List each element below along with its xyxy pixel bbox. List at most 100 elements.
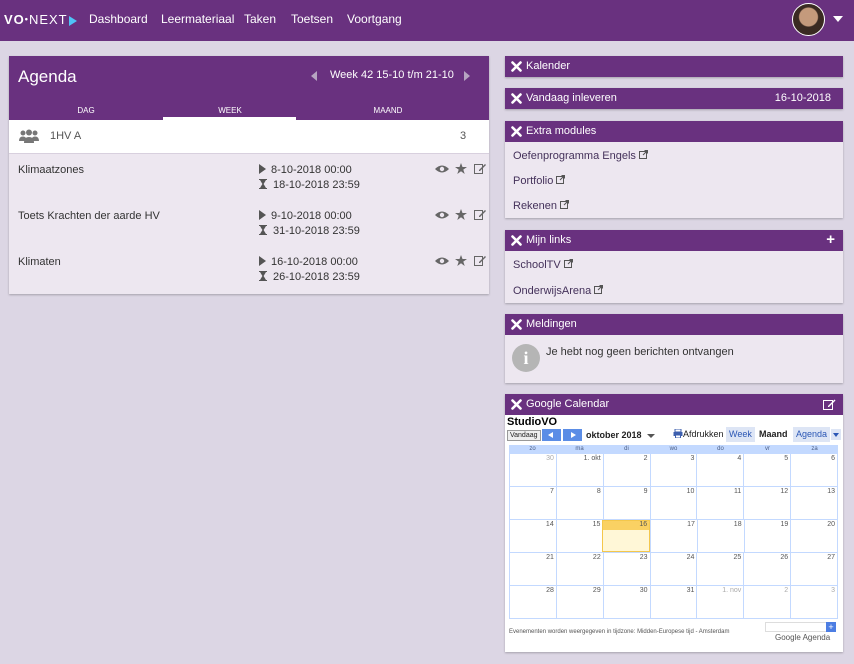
day-cell[interactable]: 1. nov [696, 586, 743, 618]
day-cell[interactable]: 10 [649, 487, 697, 519]
day-cell[interactable]: 3 [649, 454, 697, 486]
end-date: 18-10-2018 23:59 [273, 179, 360, 191]
panel-header[interactable]: Kalender [505, 56, 843, 77]
day-cell[interactable]: 13 [790, 487, 839, 519]
views-chevron-down-icon[interactable] [831, 429, 841, 440]
day-cell[interactable]: 11 [696, 487, 743, 519]
nav-dashboard[interactable]: Dashboard [89, 12, 148, 26]
day-number: 2 [784, 587, 789, 594]
panel-header[interactable]: Google Calendar [505, 394, 843, 415]
eye-icon[interactable] [435, 163, 449, 177]
today-button[interactable]: Vandaag [507, 430, 541, 441]
day-cell[interactable]: 18 [696, 520, 744, 552]
close-icon[interactable] [511, 235, 522, 246]
group-row[interactable]: 1HV A 3 [9, 120, 489, 154]
nav-voortgang[interactable]: Voortgang [347, 12, 402, 26]
day-cell[interactable]: 2 [743, 586, 790, 618]
view-week-button[interactable]: Week [726, 427, 755, 442]
close-icon[interactable] [511, 399, 522, 410]
avatar[interactable] [792, 3, 825, 36]
previous-month-icon[interactable] [542, 429, 561, 441]
nav-toetsen[interactable]: Toetsen [291, 12, 333, 26]
edit-icon[interactable] [823, 398, 836, 410]
day-cell[interactable]: 29 [555, 586, 603, 618]
view-agenda-button[interactable]: Agenda [793, 427, 831, 442]
edit-icon[interactable] [473, 255, 486, 269]
agenda-item[interactable]: Klimaten 16-10-2018 00:00 26-10-2018 23:… [9, 247, 489, 293]
star-icon[interactable] [455, 209, 468, 223]
day-cell[interactable]: 4 [696, 454, 743, 486]
agenda-item[interactable]: Toets Krachten der aarde HV 9-10-2018 00… [9, 201, 489, 247]
user-menu-chevron-down-icon[interactable] [833, 16, 843, 22]
day-cell[interactable]: 31 [649, 586, 697, 618]
day-number: 3 [690, 455, 695, 462]
star-icon[interactable] [455, 255, 468, 269]
day-cell[interactable]: 30 [509, 454, 556, 486]
day-cell[interactable]: 9 [602, 487, 650, 519]
close-icon[interactable] [511, 319, 522, 330]
day-cell[interactable]: 7 [509, 487, 556, 519]
agenda-item[interactable]: Klimaatzones 8-10-2018 00:00 18-10-2018 … [9, 155, 489, 201]
link-schooltv[interactable]: SchoolTV [513, 259, 573, 271]
day-cell[interactable]: 23 [602, 553, 650, 585]
day-cell[interactable]: 24 [649, 553, 697, 585]
nav-leermateriaal[interactable]: Leermateriaal [161, 12, 234, 26]
day-cell[interactable]: 17 [650, 520, 697, 552]
day-cell[interactable]: 12 [743, 487, 790, 519]
eye-icon[interactable] [435, 209, 449, 223]
day-cell[interactable]: 5 [743, 454, 790, 486]
item-start: 9-10-2018 00:00 [259, 210, 352, 222]
day-cell[interactable]: 28 [509, 586, 556, 618]
panel-header[interactable]: Vandaag inleveren 16-10-2018 [505, 88, 843, 109]
logo[interactable]: VO•NEXT [4, 12, 77, 27]
day-cell[interactable]: 22 [555, 553, 603, 585]
link-onderwijsarena[interactable]: OnderwijsArena [513, 285, 604, 297]
day-cell[interactable]: 14 [509, 520, 556, 552]
link-portfolio[interactable]: Portfolio [513, 175, 566, 187]
add-calendar-field[interactable] [765, 622, 835, 632]
next-month-icon[interactable] [563, 429, 582, 441]
external-link-icon [638, 150, 648, 159]
plus-icon[interactable]: + [826, 232, 835, 247]
view-maand-button[interactable]: Maand [756, 427, 791, 442]
tab-maand[interactable]: MAAND [311, 106, 465, 115]
month-chevron-down-icon[interactable] [647, 434, 655, 438]
edit-icon[interactable] [473, 163, 486, 177]
close-icon[interactable] [511, 93, 522, 104]
close-icon[interactable] [511, 126, 522, 137]
next-week-icon[interactable] [464, 71, 470, 81]
star-icon[interactable] [455, 163, 468, 177]
day-cell[interactable]: 20 [790, 520, 839, 552]
day-cell-today[interactable]: 16 [602, 520, 651, 552]
start-date: 8-10-2018 00:00 [271, 164, 352, 176]
edit-icon[interactable] [473, 209, 486, 223]
tab-dag[interactable]: DAG [9, 106, 163, 115]
day-cell[interactable]: 26 [743, 553, 790, 585]
google-agenda-logo[interactable]: Google Agenda [775, 633, 830, 642]
link-oefenprogramma-engels[interactable]: Oefenprogramma Engels [513, 150, 648, 162]
tab-week[interactable]: WEEK [153, 106, 307, 115]
panel-header[interactable]: Mijn links + [505, 230, 843, 251]
day-cell[interactable]: 19 [743, 520, 791, 552]
day-cell[interactable]: 30 [602, 586, 650, 618]
previous-week-icon[interactable] [311, 71, 317, 81]
day-cell[interactable]: 27 [790, 553, 839, 585]
day-cell[interactable]: 8 [555, 487, 603, 519]
day-cell[interactable]: 2 [602, 454, 650, 486]
add-calendar-plus-icon[interactable]: + [826, 622, 836, 632]
day-cell[interactable]: 25 [696, 553, 743, 585]
current-month[interactable]: oktober 2018 [586, 430, 642, 440]
day-cell[interactable]: 3 [790, 586, 839, 618]
eye-icon[interactable] [435, 255, 449, 269]
day-cell[interactable]: 1. okt [555, 454, 603, 486]
day-number: 7 [549, 488, 554, 495]
nav-taken[interactable]: Taken [244, 12, 276, 26]
day-cell[interactable]: 21 [509, 553, 556, 585]
panel-header[interactable]: Meldingen [505, 314, 843, 335]
day-cell[interactable]: 15 [555, 520, 603, 552]
close-icon[interactable] [511, 61, 522, 72]
panel-header[interactable]: Extra modules [505, 121, 843, 142]
print-button[interactable]: Afdrukken [673, 428, 724, 439]
link-rekenen[interactable]: Rekenen [513, 200, 570, 212]
day-cell[interactable]: 6 [790, 454, 839, 486]
